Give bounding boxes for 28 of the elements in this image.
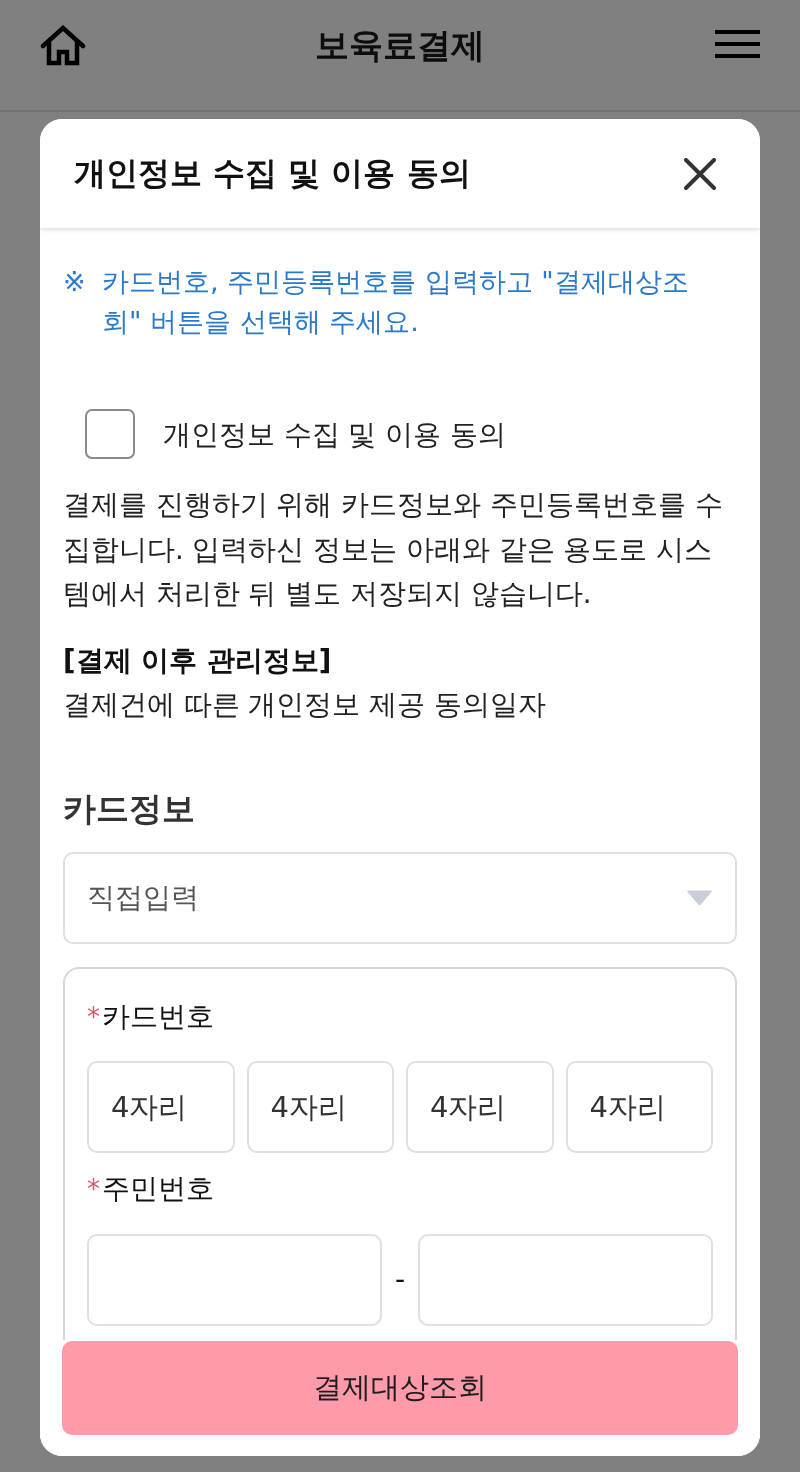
resident-number-field[interactable] bbox=[418, 1233, 713, 1326]
card-number-field[interactable]: 4자리 bbox=[87, 1060, 235, 1153]
consent-checkbox[interactable] bbox=[85, 409, 135, 459]
description-text: 결제를 진행하기 위해 카드정보와 주민등록번호를 수집합니다. 입력하신 정보는 아래와 같은 용도로 시스템에서 처리한 뒤 별도 저장되지 않습니다. bbox=[63, 487, 724, 611]
menu-icon[interactable] bbox=[715, 30, 760, 58]
section-title: 카드정보 bbox=[63, 788, 196, 830]
notice-text: 카드번호, 주민등록번호를 입력하고 "결제대상조회" 버튼을 선택해 주세요. bbox=[102, 265, 690, 339]
resident-number-field[interactable] bbox=[87, 1233, 382, 1326]
search-payment-button[interactable]: 결제대상조회 bbox=[62, 1341, 738, 1435]
page-title: 보육료결제 bbox=[315, 24, 485, 67]
card-number-field[interactable]: 4자리 bbox=[246, 1060, 394, 1153]
note-mark: ※ bbox=[63, 265, 87, 299]
close-button[interactable] bbox=[684, 157, 716, 190]
card-number-field[interactable]: 4자리 bbox=[565, 1060, 713, 1153]
required-mark: * bbox=[87, 1000, 100, 1034]
card-type-select[interactable]: 직접입력 bbox=[63, 851, 737, 944]
info-heading: [결제 이후 관리정보] bbox=[63, 642, 333, 678]
info-text: 결제건에 따른 개인정보 제공 동의일자 bbox=[63, 686, 547, 722]
dialog-title: 개인정보 수집 및 이용 동의 bbox=[74, 152, 471, 194]
consent-label: 개인정보 수집 및 이용 동의 bbox=[163, 417, 506, 452]
dash-separator: - bbox=[394, 1261, 406, 1298]
field-label: 카드번호 bbox=[102, 998, 214, 1035]
field-label: 주민번호 bbox=[102, 1170, 214, 1207]
home-icon[interactable] bbox=[40, 24, 86, 66]
caret-icon bbox=[686, 889, 713, 906]
card-number-field[interactable]: 4자리 bbox=[406, 1060, 554, 1153]
required-mark: * bbox=[87, 1172, 100, 1206]
close-icon bbox=[684, 157, 716, 190]
